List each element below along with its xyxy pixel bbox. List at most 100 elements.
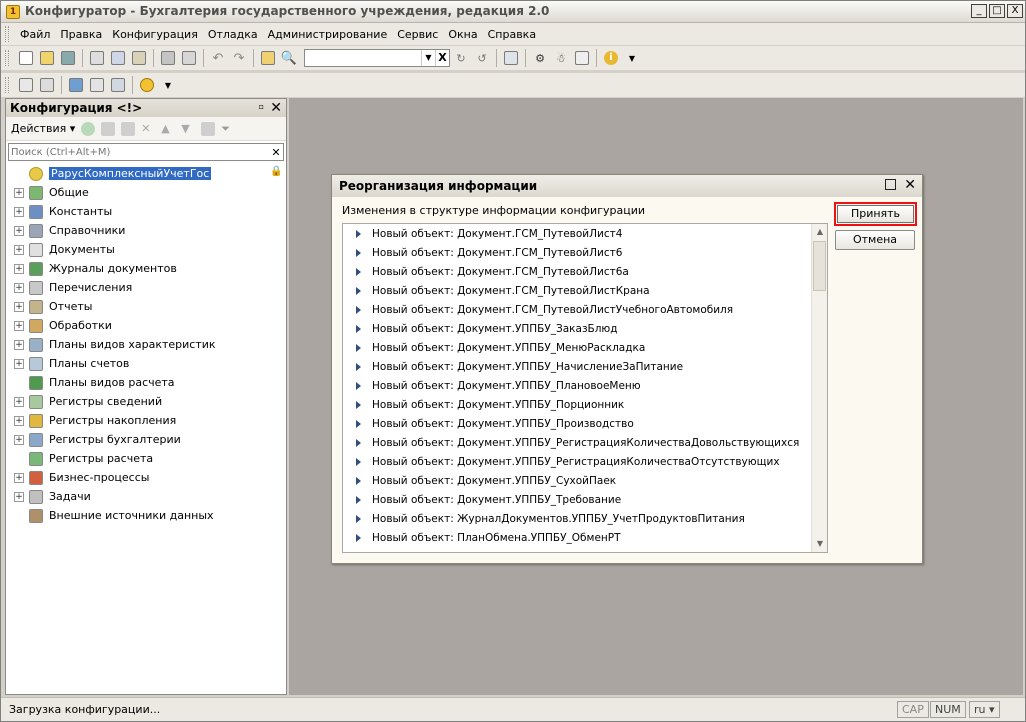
list-item[interactable]: Новый объект: Документ.УППБУ_ЗаказБлюд [343, 319, 813, 338]
filter-icon[interactable]: ⏷ [221, 122, 235, 136]
list-item[interactable]: Новый объект: Документ.ГСМ_ПутевойЛист6 [343, 243, 813, 262]
menu-service[interactable]: Сервис [392, 26, 443, 43]
minimize-button[interactable]: _ [971, 4, 987, 18]
move-up-icon[interactable]: ▲ [161, 122, 175, 136]
copy-icon[interactable] [108, 48, 128, 68]
menu-configuration[interactable]: Конфигурация [107, 26, 203, 43]
list-item[interactable]: Новый объект: Документ.ГСМ_ПутевойЛистУч… [343, 300, 813, 319]
more-chevron-icon[interactable]: ▼ [158, 75, 178, 95]
tree-node[interactable]: Внешние источники данных [6, 506, 286, 525]
tree-node[interactable]: + Общие [6, 183, 286, 202]
menu-edit[interactable]: Правка [55, 26, 107, 43]
expand-arrow-icon[interactable] [356, 419, 361, 428]
close-button[interactable]: X [1007, 4, 1023, 18]
list-item[interactable]: Новый объект: Документ.УППБУ_ПлановоеМен… [343, 376, 813, 395]
tree-node[interactable]: + Обработки [6, 316, 286, 335]
expand-arrow-icon[interactable] [356, 343, 361, 352]
edit-icon[interactable] [101, 121, 116, 136]
compare-config-icon[interactable] [37, 75, 57, 95]
syntax-helper-icon[interactable]: ⚙ [530, 48, 550, 68]
expand-arrow-icon[interactable] [356, 248, 361, 257]
tree-node[interactable]: + Бизнес-процессы [6, 468, 286, 487]
tree-node[interactable]: + Планы видов характеристик [6, 335, 286, 354]
module-icon[interactable] [87, 75, 107, 95]
undo-icon[interactable]: ↶ [208, 48, 228, 68]
tree-node[interactable]: + Регистры сведений [6, 392, 286, 411]
menu-file[interactable]: Файл [15, 26, 55, 43]
list-item[interactable]: Новый объект: Документ.ГСМ_ПутевойЛистКр… [343, 281, 813, 300]
expand-arrow-icon[interactable] [356, 438, 361, 447]
accept-button[interactable]: Принять [834, 202, 917, 226]
expand-icon[interactable]: + [14, 434, 24, 445]
list-item[interactable]: Новый объект: Документ.УППБУ_МенюРасклад… [343, 338, 813, 357]
expand-icon[interactable]: + [14, 415, 24, 426]
accept-button-label[interactable]: Принять [837, 205, 914, 223]
changes-list[interactable]: Новый объект: Документ.ГСМ_ПутевойЛист4 Н… [342, 223, 828, 553]
delete-icon[interactable]: ✕ [141, 122, 155, 136]
expand-arrow-icon[interactable] [356, 324, 361, 333]
add-icon[interactable] [81, 121, 96, 136]
expand-arrow-icon[interactable] [356, 362, 361, 371]
expand-arrow-icon[interactable] [356, 305, 361, 314]
info-icon[interactable]: i [601, 48, 621, 68]
expand-icon[interactable]: + [14, 282, 24, 293]
list-item[interactable]: Новый объект: Документ.УППБУ_Регистрация… [343, 452, 813, 471]
menu-administration[interactable]: Администрирование [263, 26, 393, 43]
expand-icon[interactable]: + [14, 206, 24, 217]
tree-node[interactable]: + Отчеты [6, 297, 286, 316]
language-indicator[interactable]: ru ▾ [969, 701, 1000, 718]
tree-node[interactable]: + Задачи [6, 487, 286, 506]
menu-windows[interactable]: Окна [443, 26, 482, 43]
chevron-down-icon[interactable]: ▼ [421, 50, 435, 66]
expand-icon[interactable]: + [14, 396, 24, 407]
tree-node[interactable]: + Регистры накопления [6, 411, 286, 430]
open-icon[interactable] [37, 48, 57, 68]
paste-icon[interactable] [129, 48, 149, 68]
tree-node[interactable]: + Справочники [6, 221, 286, 240]
expand-arrow-icon[interactable] [356, 533, 361, 542]
clear-search-button[interactable]: X [435, 50, 449, 66]
search-input[interactable] [305, 50, 421, 66]
maximize-button[interactable]: □ [989, 4, 1005, 18]
expand-icon[interactable]: + [14, 491, 24, 502]
tree-root[interactable]: РарусКомплексныйУчетГос 🔒 [6, 164, 286, 183]
expand-icon[interactable]: + [14, 320, 24, 331]
list-item[interactable]: Новый объект: Документ.УППБУ_Производств… [343, 414, 813, 433]
tree-node[interactable]: + Константы [6, 202, 286, 221]
list-item[interactable]: Новый объект: ЖурналДокументов.УППБУ_Уче… [343, 509, 813, 528]
sort-icon[interactable] [201, 121, 216, 136]
expand-icon[interactable]: + [14, 225, 24, 236]
close-icon[interactable]: ✕ [270, 100, 282, 116]
tree-node[interactable]: + Журналы документов [6, 259, 286, 278]
menu-debug[interactable]: Отладка [203, 26, 263, 43]
save-icon[interactable] [58, 48, 78, 68]
expand-arrow-icon[interactable] [356, 267, 361, 276]
search-combo[interactable]: ▼ X [304, 49, 450, 67]
expand-arrow-icon[interactable] [356, 229, 361, 238]
find-in-folder-icon[interactable] [258, 48, 278, 68]
scroll-thumb[interactable] [813, 241, 826, 291]
tree-node[interactable]: + Перечисления [6, 278, 286, 297]
move-down-icon[interactable]: ▼ [181, 122, 195, 136]
config-search-field[interactable]: ✕ [8, 143, 284, 161]
tree-node[interactable]: + Регистры бухгалтерии [6, 430, 286, 449]
windows-icon[interactable] [501, 48, 521, 68]
tree-node[interactable]: Планы видов расчета [6, 373, 286, 392]
search-icon[interactable]: 🔍 [279, 48, 299, 68]
expand-icon[interactable]: + [14, 187, 24, 198]
pin-icon[interactable]: ▫ [259, 102, 264, 111]
tree-node[interactable]: + Планы счетов [6, 354, 286, 373]
expand-icon[interactable]: + [14, 263, 24, 274]
list-item[interactable]: Новый объект: Документ.УППБУ_Порционник [343, 395, 813, 414]
find-next-icon[interactable]: ↻ [451, 48, 471, 68]
maximize-icon[interactable] [885, 179, 896, 190]
expand-icon[interactable]: + [14, 301, 24, 312]
expand-icon[interactable]: + [14, 358, 24, 369]
new-icon[interactable] [16, 48, 36, 68]
config-tree-icon[interactable] [16, 75, 36, 95]
list-item[interactable]: Новый объект: Документ.УППБУ_Требование [343, 490, 813, 509]
cut-icon[interactable] [87, 48, 107, 68]
copy-icon[interactable] [121, 121, 136, 136]
actions-menu-button[interactable]: Действия ▾ [11, 122, 75, 135]
print-icon[interactable] [158, 48, 178, 68]
